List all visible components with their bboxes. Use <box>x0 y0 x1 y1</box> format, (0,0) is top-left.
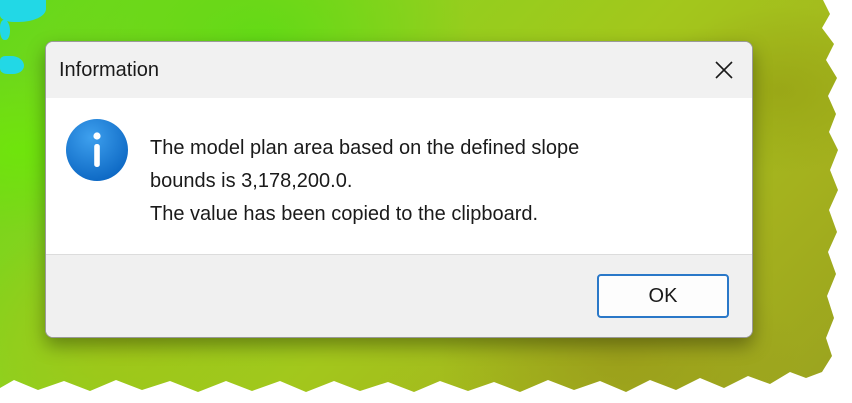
dialog-footer: OK <box>46 254 752 337</box>
water-region <box>0 56 24 74</box>
message-line: bounds is 3,178,200.0. <box>150 170 353 192</box>
ok-button[interactable]: OK <box>597 274 729 318</box>
water-region <box>0 20 10 40</box>
screenshot-stage: Information The model plan area based on… <box>0 0 852 403</box>
dialog-message: The model plan area based on the defined… <box>150 132 730 231</box>
close-icon <box>715 61 733 79</box>
close-button[interactable] <box>704 51 744 89</box>
dialog-content: The model plan area based on the defined… <box>46 98 752 254</box>
message-line: The model plan area based on the defined… <box>150 137 580 159</box>
message-line: The value has been copied to the clipboa… <box>150 203 539 225</box>
water-region <box>0 0 46 22</box>
dialog-title: Information <box>59 59 160 81</box>
information-dialog: Information The model plan area based on… <box>45 41 753 338</box>
info-icon <box>66 119 128 181</box>
dialog-titlebar: Information <box>46 42 752 98</box>
